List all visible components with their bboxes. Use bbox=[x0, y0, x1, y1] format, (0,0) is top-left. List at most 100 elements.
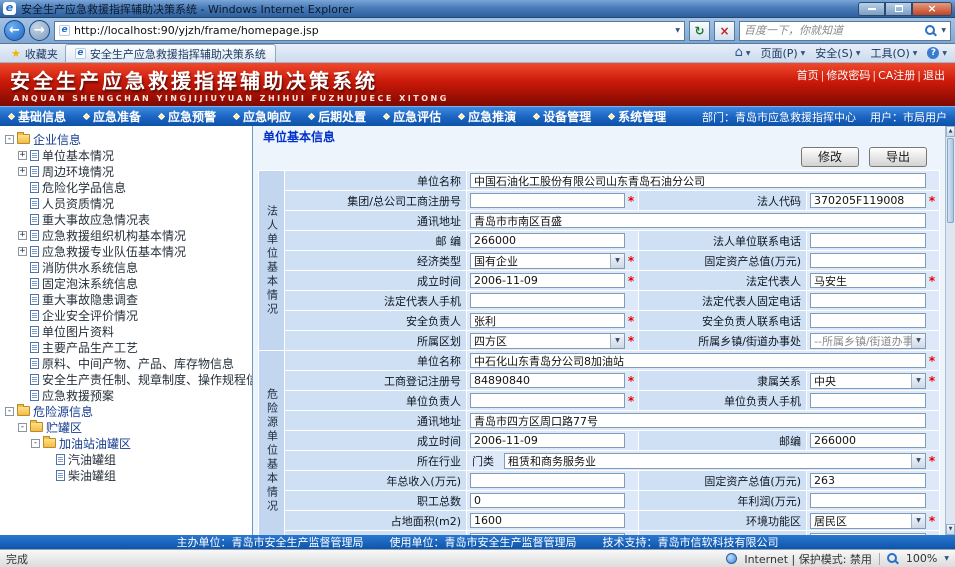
select-input[interactable]: 中央▼ bbox=[810, 373, 926, 389]
nav-menu-item[interactable]: 应急评估 bbox=[375, 107, 450, 126]
url-history-dropdown-icon[interactable]: ▼ bbox=[675, 27, 680, 34]
select-input[interactable]: 四方区▼ bbox=[470, 333, 625, 349]
tree-expander-icon[interactable]: + bbox=[18, 247, 27, 256]
text-input[interactable] bbox=[810, 193, 926, 208]
export-button[interactable]: 导出 bbox=[869, 147, 927, 167]
vertical-scrollbar[interactable]: ▲ ▼ bbox=[945, 126, 955, 535]
tree-node[interactable]: +应急救援组织机构基本情况 bbox=[2, 227, 252, 243]
tree-node[interactable]: 重大事故应急情况表 bbox=[2, 211, 252, 227]
tree-node[interactable]: 汽油罐组 bbox=[2, 451, 252, 467]
search-icon[interactable] bbox=[925, 25, 937, 37]
banner-link[interactable]: 修改密码 bbox=[826, 67, 870, 83]
nav-menu-item[interactable]: 应急准备 bbox=[75, 107, 150, 126]
banner-link[interactable]: CA注册 bbox=[878, 67, 915, 83]
text-input[interactable] bbox=[470, 213, 926, 228]
tree-node[interactable]: 消防供水系统信息 bbox=[2, 259, 252, 275]
text-input[interactable] bbox=[470, 393, 625, 408]
home-button[interactable]: ⌂ ▼ bbox=[735, 47, 751, 59]
text-input[interactable] bbox=[470, 233, 625, 248]
command-menu-item[interactable]: 工具(O)▼ bbox=[871, 45, 918, 61]
zoom-dropdown-icon[interactable]: ▼ bbox=[944, 555, 949, 562]
favorites-button[interactable]: ★ 收藏夹 bbox=[4, 45, 65, 62]
stop-button[interactable]: × bbox=[714, 21, 735, 41]
text-input[interactable] bbox=[470, 193, 625, 208]
modify-button[interactable]: 修改 bbox=[801, 147, 859, 167]
scrollbar-track[interactable] bbox=[946, 224, 955, 524]
text-input[interactable] bbox=[810, 273, 926, 288]
select-input[interactable]: 国有企业▼ bbox=[470, 253, 625, 269]
text-input[interactable] bbox=[470, 273, 625, 288]
text-input[interactable] bbox=[810, 493, 926, 508]
tree-node[interactable]: 柴油罐组 bbox=[2, 467, 252, 483]
command-menu-item[interactable]: 页面(P)▼ bbox=[760, 45, 805, 61]
text-input[interactable] bbox=[470, 313, 625, 328]
nav-menu-item[interactable]: 设备管理 bbox=[525, 107, 600, 126]
tree-expander-icon[interactable]: + bbox=[18, 151, 27, 160]
scrollbar-thumb[interactable] bbox=[947, 138, 954, 223]
select-input[interactable]: 租赁和商务服务业▼ bbox=[504, 453, 926, 469]
nav-menu-item[interactable]: 应急预警 bbox=[150, 107, 225, 126]
tree-node[interactable]: 重大事故隐患调查 bbox=[2, 291, 252, 307]
close-button[interactable]: × bbox=[912, 2, 952, 16]
text-input[interactable] bbox=[470, 413, 926, 428]
tree-node[interactable]: 企业安全评价情况 bbox=[2, 307, 252, 323]
nav-menu-item[interactable]: 应急推演 bbox=[450, 107, 525, 126]
tree-node[interactable]: 原料、中间产物、产品、库存物信息 bbox=[2, 355, 252, 371]
text-input[interactable] bbox=[470, 293, 625, 308]
text-input[interactable] bbox=[470, 373, 625, 388]
text-input[interactable] bbox=[470, 433, 625, 448]
tree-expander-icon[interactable]: + bbox=[18, 167, 27, 176]
text-input[interactable] bbox=[470, 173, 926, 188]
banner-link[interactable]: 退出 bbox=[923, 67, 945, 83]
browser-tab[interactable]: e 安全生产应急救援指挥辅助决策系统 bbox=[65, 44, 276, 62]
url-field[interactable]: e http://localhost:90/yjzh/frame/homepag… bbox=[54, 21, 685, 41]
tree-expander-icon[interactable]: - bbox=[31, 439, 40, 448]
tree-node[interactable]: +单位基本情况 bbox=[2, 147, 252, 163]
help-button[interactable]: ? ▼ bbox=[927, 47, 947, 59]
scroll-up-icon[interactable]: ▲ bbox=[946, 126, 955, 137]
tree-node[interactable]: 固定泡沫系统信息 bbox=[2, 275, 252, 291]
text-input[interactable] bbox=[810, 313, 926, 328]
minimize-button[interactable] bbox=[858, 2, 885, 16]
select-arrow-icon[interactable]: ▼ bbox=[911, 374, 925, 388]
refresh-button[interactable]: ↻ bbox=[689, 21, 710, 41]
forward-button[interactable]: → bbox=[29, 20, 50, 41]
tree-node[interactable]: -危险源信息 bbox=[2, 403, 252, 419]
select-arrow-icon[interactable]: ▼ bbox=[911, 454, 925, 468]
command-menu-item[interactable]: 安全(S)▼ bbox=[815, 45, 860, 61]
select-arrow-icon[interactable]: ▼ bbox=[911, 514, 925, 528]
search-dropdown-icon[interactable]: ▼ bbox=[941, 27, 946, 34]
tree-expander-icon[interactable]: - bbox=[5, 135, 14, 144]
tree-node[interactable]: +周边环境情况 bbox=[2, 163, 252, 179]
text-input[interactable] bbox=[810, 233, 926, 248]
text-input[interactable] bbox=[470, 493, 625, 508]
scroll-down-icon[interactable]: ▼ bbox=[946, 524, 955, 535]
tree-node[interactable]: 危险化学品信息 bbox=[2, 179, 252, 195]
text-input[interactable] bbox=[470, 353, 926, 368]
tree-expander-icon[interactable]: - bbox=[5, 407, 14, 416]
text-input[interactable] bbox=[810, 293, 926, 308]
tree-node[interactable]: -加油站油罐区 bbox=[2, 435, 252, 451]
tree-node[interactable]: 安全生产责任制、规章制度、操作规程信息 bbox=[2, 371, 252, 387]
banner-link[interactable]: 首页 bbox=[797, 67, 819, 83]
text-input[interactable] bbox=[470, 513, 625, 528]
back-button[interactable]: ← bbox=[4, 20, 25, 41]
text-input[interactable] bbox=[810, 433, 926, 448]
tree-expander-icon[interactable]: + bbox=[18, 231, 27, 240]
search-input[interactable] bbox=[744, 24, 921, 37]
nav-menu-item[interactable]: 后期处置 bbox=[300, 107, 375, 126]
tree-node[interactable]: +应急救援专业队伍基本情况 bbox=[2, 243, 252, 259]
text-input[interactable] bbox=[810, 473, 926, 488]
tree-node[interactable]: -贮罐区 bbox=[2, 419, 252, 435]
nav-menu-item[interactable]: 应急响应 bbox=[225, 107, 300, 126]
select-arrow-icon[interactable]: ▼ bbox=[610, 334, 624, 348]
tree-node[interactable]: -企业信息 bbox=[2, 131, 252, 147]
tree-node[interactable]: 人员资质情况 bbox=[2, 195, 252, 211]
text-input[interactable] bbox=[470, 473, 625, 488]
select-input[interactable]: 居民区▼ bbox=[810, 513, 926, 529]
maximize-button[interactable] bbox=[885, 2, 912, 16]
select-arrow-icon[interactable]: ▼ bbox=[911, 334, 925, 348]
nav-menu-item[interactable]: 系统管理 bbox=[600, 107, 675, 126]
zoom-icon[interactable] bbox=[887, 553, 899, 565]
tree-node[interactable]: 应急救援预案 bbox=[2, 387, 252, 403]
